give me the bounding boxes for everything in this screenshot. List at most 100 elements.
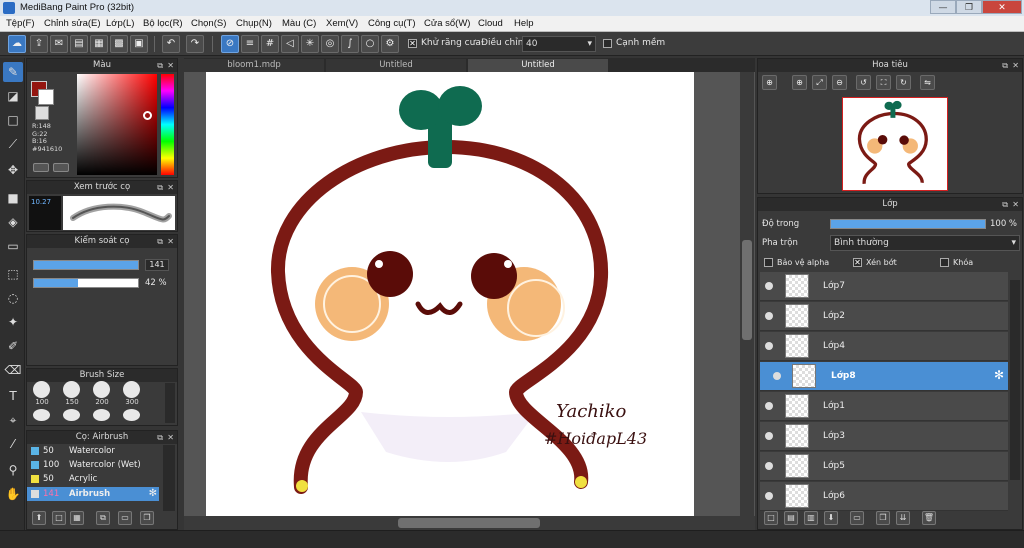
popout-icon[interactable]: ⧉ [157,235,163,248]
close-icon[interactable]: ✕ [167,59,174,72]
brush-opacity-slider[interactable] [33,278,139,288]
layer-row[interactable]: Lớp6 [760,482,1008,511]
move-tool-icon[interactable]: ✥ [3,160,23,180]
select-pen-tool-icon[interactable]: ✐ [3,336,23,356]
curve-snap-icon[interactable]: ∫ [341,35,359,53]
divide-tool-icon[interactable]: ⁄ [3,434,23,454]
merge-layer-icon[interactable]: ⇊ [896,511,910,525]
brush-size-value[interactable]: 141 [145,259,169,271]
menu-layer[interactable]: Lớp(L) [106,18,134,29]
drawing-canvas[interactable]: Yachiko #HoiđapL43 [206,72,694,517]
delete-layer-icon[interactable]: 🗑 [922,511,936,525]
visibility-eye-icon[interactable] [765,492,773,500]
lock-checkbox[interactable] [940,258,949,267]
menu-help[interactable]: Help [514,18,534,29]
rotate-right-icon[interactable]: ↻ [896,75,911,90]
panels-icon[interactable]: ▣ [130,35,148,53]
transparent-swatch[interactable] [35,106,49,120]
gear-icon[interactable]: ✻ [994,368,1004,382]
menu-capture[interactable]: Chụp(N) [236,18,272,29]
brush-size-preset[interactable] [63,409,80,421]
fit-screen-icon[interactable]: ⤢ [812,75,827,90]
operation-tool-icon[interactable]: ⌖ [3,410,23,430]
share-icon[interactable]: ⇪ [30,35,48,53]
cross-snap-icon[interactable]: # [261,35,279,53]
secondary-color-swatch[interactable] [38,89,54,105]
visibility-eye-icon[interactable] [765,282,773,290]
layer-row[interactable]: Lớp4 [760,332,1008,361]
shape-tool-icon[interactable]: □ [3,110,23,130]
page-icon[interactable]: ▦ [90,35,108,53]
popout-icon[interactable]: ⧉ [157,59,163,72]
minimize-button[interactable]: — [930,0,956,14]
close-icon[interactable]: ✕ [167,431,174,444]
color-mode-button[interactable] [33,163,49,172]
gear-icon[interactable]: ✻ [149,487,157,501]
layer-row[interactable]: Lớp5 [760,452,1008,481]
soft-edge-checkbox[interactable] [603,39,612,48]
menu-select[interactable]: Chọn(S) [191,18,226,29]
new-halftone-layer-icon[interactable]: ▤ [784,511,798,525]
document-icon[interactable]: ▤ [70,35,88,53]
brush-size-preset[interactable] [93,381,110,398]
menu-window[interactable]: Cửa sổ(W) [424,18,470,29]
close-icon[interactable]: ✕ [1012,59,1019,72]
close-icon[interactable]: ✕ [167,181,174,194]
brush-list-item-selected[interactable]: 141 Airbrush ✻ [27,487,159,501]
color-picker-cursor[interactable] [143,111,152,120]
layer-folder-icon[interactable]: ▭ [850,511,864,525]
tab-untitled-1[interactable]: Untitled [326,59,466,72]
close-icon[interactable]: ✕ [167,235,174,248]
menu-filter[interactable]: Bộ lọc(R) [143,18,183,29]
chat-icon[interactable]: ✉ [50,35,68,53]
lasso-tool-icon[interactable]: ◌ [3,288,23,308]
new-layer-icon[interactable]: □ [764,511,778,525]
brush-tool-icon[interactable]: ✎ [3,62,23,82]
brush-list-item[interactable]: 100 Watercolor (Wet) [27,458,159,472]
brush-list-scrollbar[interactable] [163,445,175,511]
fill-rect-tool-icon[interactable]: ■ [3,188,23,208]
menu-file[interactable]: Tệp(F) [6,18,35,29]
visibility-eye-icon[interactable] [765,432,773,440]
radial-snap-icon[interactable]: ✳ [301,35,319,53]
menu-view[interactable]: Xem(V) [326,18,358,29]
saturation-value-picker[interactable] [77,74,157,175]
hue-slider[interactable] [161,74,174,175]
popout-icon[interactable]: ⧉ [1002,198,1008,211]
visibility-eye-icon[interactable] [765,312,773,320]
visibility-eye-icon[interactable] [765,342,773,350]
fullscreen-icon[interactable]: ⛶ [876,75,891,90]
gradient-tool-icon[interactable]: ▭ [3,236,23,256]
brush-list-item[interactable]: 50 Acrylic [27,472,159,486]
parallel-snap-icon[interactable]: ≡ [241,35,259,53]
brush-size-preset[interactable] [123,381,140,398]
layer-row[interactable]: Lớp7 [760,272,1008,301]
zoom-in-icon[interactable]: ⊕ [792,75,807,90]
brush-size-preset[interactable] [123,409,140,421]
close-icon[interactable]: ✕ [1012,198,1019,211]
blend-mode-select[interactable]: Bình thường ▾ [830,235,1020,251]
hand-tool-icon[interactable]: ✋ [3,484,23,504]
canvas-vertical-scroll-thumb[interactable] [742,240,752,340]
brush-copy-icon[interactable]: ⧉ [96,511,110,525]
layer-row[interactable]: Lớp2 [760,302,1008,331]
brush-add-icon[interactable]: ⬆ [32,511,46,525]
tab-untitled-2[interactable]: Untitled [468,59,608,72]
grid-icon[interactable]: ▩ [110,35,128,53]
brush-material-icon[interactable]: ▦ [70,511,84,525]
rotate-left-icon[interactable]: ↺ [856,75,871,90]
visibility-eye-icon[interactable] [765,402,773,410]
snap-off-icon[interactable]: ⊘ [221,35,239,53]
eyedropper-tool-icon[interactable]: ⚲ [3,460,23,480]
bucket-tool-icon[interactable]: ◈ [3,212,23,232]
popout-icon[interactable]: ⧉ [1002,59,1008,72]
maximize-button[interactable]: ❐ [956,0,982,14]
menu-edit[interactable]: Chỉnh sửa(E) [44,18,101,29]
eraser-tool-icon[interactable]: ◪ [3,86,23,106]
layer-row[interactable]: Lớp1 [760,392,1008,421]
menu-color[interactable]: Màu (C) [282,18,316,29]
protect-alpha-checkbox[interactable] [764,258,773,267]
menu-tools[interactable]: Công cụ(T) [368,18,416,29]
brush-size-preset[interactable] [33,409,50,421]
layer-add-menu-icon[interactable]: ⬇ [824,511,838,525]
